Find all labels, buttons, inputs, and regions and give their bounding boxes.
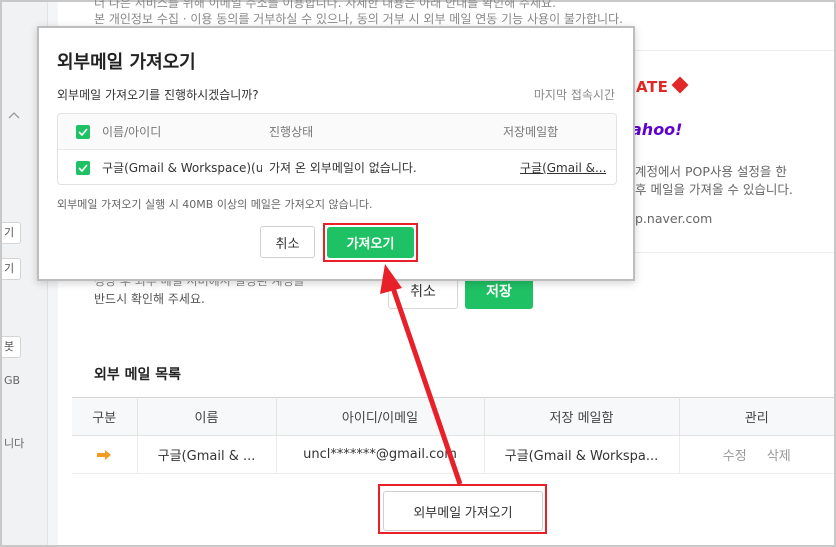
pop-guide-line2: 후 메일을 가져올 수 있습니다. bbox=[635, 182, 793, 197]
last-access-label: 마지막 접속시간 bbox=[533, 88, 615, 102]
header-name-id: 이름/아이디 bbox=[102, 125, 162, 139]
col-header-name: 이름 bbox=[137, 397, 277, 436]
list-item: 구글(Gmail & Workspace)(u... 가져 온 외부메일이 없습… bbox=[58, 150, 616, 184]
sidebar-button-2[interactable]: 기 bbox=[2, 258, 22, 280]
size-limit-note: 외부메일 가져오기 실행 시 40MB 이상의 메일은 가져오지 않습니다. bbox=[57, 198, 373, 211]
sidebar-button-1[interactable]: 기 bbox=[2, 222, 22, 244]
dialog-title: 외부메일 가져오기 bbox=[57, 52, 196, 73]
external-mail-list-title: 외부 메일 목록 bbox=[94, 367, 182, 383]
account-checkbox[interactable] bbox=[76, 161, 90, 175]
provider-logo-nate[interactable]: ATE bbox=[636, 76, 689, 96]
row-mailbox-cell: 구글(Gmail & Workspa... bbox=[484, 435, 680, 474]
row-name-cell: 구글(Gmail & ... bbox=[137, 435, 277, 474]
account-name: 구글(Gmail & Workspace)(u... bbox=[102, 161, 262, 175]
delete-button[interactable]: 삭제 bbox=[767, 449, 791, 464]
col-header-mailbox: 저장 메일함 bbox=[484, 397, 680, 436]
select-all-checkbox[interactable] bbox=[76, 125, 90, 139]
row-manage-cell: 수정 삭제 bbox=[679, 435, 834, 474]
highlight-box bbox=[378, 484, 547, 534]
header-mailbox: 저장메일함 bbox=[503, 125, 559, 139]
dialog-question: 외부메일 가져오기를 진행하시겠습니까? bbox=[57, 88, 259, 102]
table-row: 구글(Gmail & ... uncl*******@gmail.com 구글(… bbox=[72, 435, 834, 474]
logo-text: ATE bbox=[636, 78, 669, 96]
col-header-type: 구분 bbox=[72, 397, 138, 436]
sidebar-notice-text: 니다 bbox=[4, 437, 25, 450]
arrow-right-icon bbox=[97, 449, 112, 460]
chevron-up-icon[interactable] bbox=[8, 107, 20, 119]
dialog-cancel-button[interactable]: 취소 bbox=[260, 226, 315, 258]
row-email-cell: uncl*******@gmail.com bbox=[276, 435, 485, 474]
col-header-manage: 관리 bbox=[679, 397, 834, 436]
edit-button[interactable]: 수정 bbox=[723, 449, 747, 464]
provider-logo-yahoo[interactable]: ahoo! bbox=[631, 120, 682, 139]
fetch-mail-dialog: 외부메일 가져오기 외부메일 가져오기를 진행하시겠습니까? 마지막 접속시간 … bbox=[37, 26, 635, 281]
header-status: 진행상태 bbox=[269, 125, 314, 139]
pop-guide-line1: 계정에서 POP사용 설정을 한 bbox=[635, 164, 787, 179]
account-list: 이름/아이디 진행상태 저장메일함 구글(Gmail & Workspace)(… bbox=[57, 113, 617, 185]
col-header-email: 아이디/이메일 bbox=[276, 397, 485, 436]
nate-diamond-icon bbox=[671, 76, 689, 94]
row-type-cell bbox=[72, 435, 138, 474]
notice-text: 본 개인정보 수집 · 이용 동의를 거부하실 수 있으나, 동의 거부 시 외… bbox=[94, 12, 623, 26]
table-header-row: 구분 이름 아이디/이메일 저장 메일함 관리 bbox=[72, 397, 834, 436]
account-list-header: 이름/아이디 진행상태 저장메일함 bbox=[58, 114, 616, 150]
sidebar-button-3[interactable]: 봇 bbox=[2, 336, 22, 358]
pop-host-text: p.naver.com bbox=[635, 211, 713, 226]
account-status: 가져 온 외부메일이 없습니다. bbox=[269, 161, 417, 175]
sidebar-storage-text: GB bbox=[4, 374, 21, 387]
confirm-guide-line2: 반드시 확인해 주세요. bbox=[94, 292, 205, 306]
external-mail-table: 구분 이름 아이디/이메일 저장 메일함 관리 구글(Gmail & ... u… bbox=[72, 397, 834, 474]
account-mailbox-link[interactable]: 구글(Gmail &... bbox=[520, 150, 606, 184]
dialog-fetch-button[interactable]: 가져오기 bbox=[327, 227, 414, 258]
